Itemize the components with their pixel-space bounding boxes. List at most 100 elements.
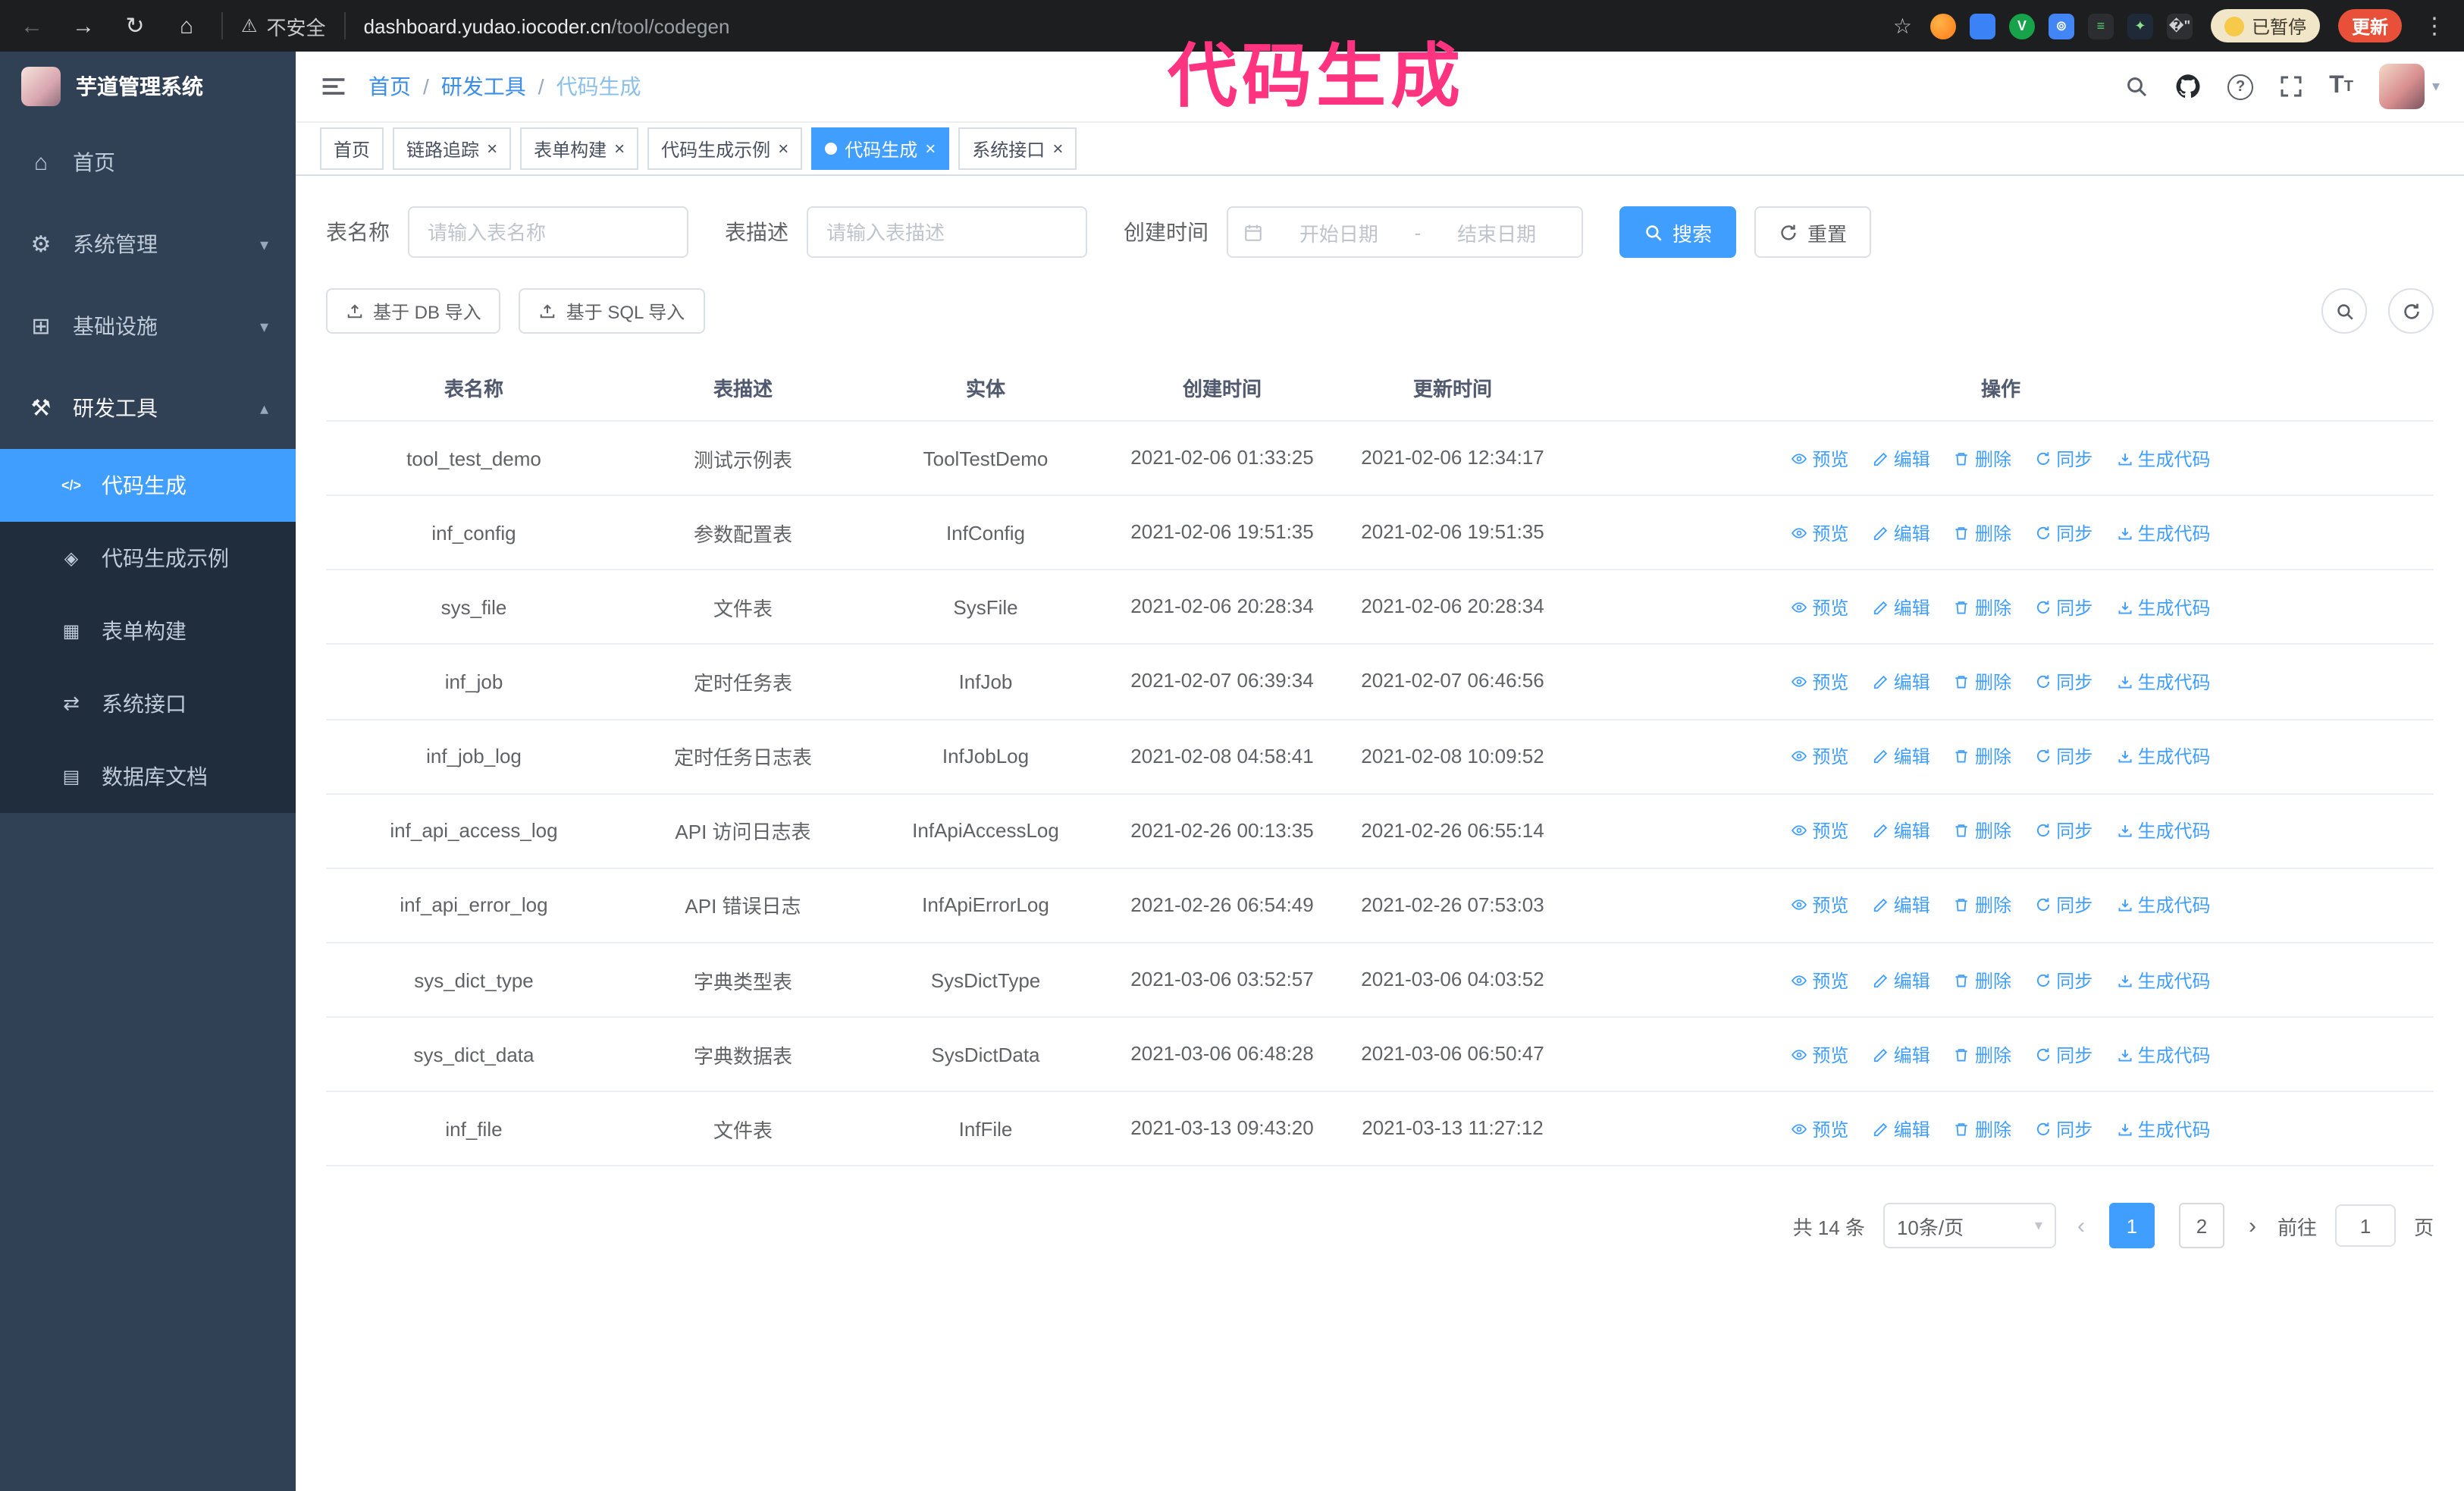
tab[interactable]: 表单构建 ×	[520, 127, 639, 170]
browser-home-icon[interactable]: ⌂	[170, 13, 203, 39]
sidebar-logo[interactable]: 芋道管理系统	[0, 52, 296, 121]
page-button[interactable]: 2	[2178, 1203, 2224, 1249]
edit-link[interactable]: 编辑	[1873, 445, 1930, 471]
delete-link[interactable]: 删除	[1954, 519, 2011, 545]
reset-button[interactable]: 重置	[1754, 206, 1872, 258]
delete-link[interactable]: 删除	[1954, 743, 2011, 769]
edit-link[interactable]: 编辑	[1873, 669, 1930, 695]
refresh-table-button[interactable]	[2388, 288, 2434, 334]
delete-link[interactable]: 删除	[1954, 818, 2011, 844]
sidebar-subitem[interactable]: 代码生成示例	[0, 522, 296, 595]
extension-icon[interactable]	[1930, 13, 1956, 39]
preview-link[interactable]: 预览	[1791, 818, 1848, 844]
extension-icon[interactable]: ≡	[2087, 13, 2114, 39]
edit-link[interactable]: 编辑	[1873, 595, 1930, 620]
delete-link[interactable]: 删除	[1954, 967, 2011, 993]
sidebar-item[interactable]: 首页	[0, 121, 296, 203]
preview-link[interactable]: 预览	[1791, 743, 1848, 769]
prev-page-icon[interactable]: ‹	[2074, 1213, 2088, 1239]
extension-icon[interactable]: V	[2008, 13, 2035, 39]
preview-link[interactable]: 预览	[1791, 445, 1848, 471]
fullscreen-icon[interactable]	[2279, 74, 2303, 99]
edit-link[interactable]: 编辑	[1873, 893, 1930, 918]
generate-code-link[interactable]: 生成代码	[2117, 1041, 2211, 1067]
preview-link[interactable]: 预览	[1791, 893, 1848, 918]
breadcrumb-item[interactable]: 首页	[368, 71, 411, 102]
browser-back-icon[interactable]: ←	[15, 13, 49, 39]
edit-link[interactable]: 编辑	[1873, 818, 1930, 844]
preview-link[interactable]: 预览	[1791, 595, 1848, 620]
delete-link[interactable]: 删除	[1954, 1041, 2011, 1067]
delete-link[interactable]: 删除	[1954, 595, 2011, 620]
edit-link[interactable]: 编辑	[1873, 1041, 1930, 1067]
help-icon[interactable]: ?	[2227, 74, 2254, 99]
edit-link[interactable]: 编辑	[1873, 743, 1930, 769]
hamburger-icon[interactable]	[320, 73, 347, 100]
goto-page-input[interactable]	[2334, 1204, 2396, 1248]
sync-link[interactable]: 同步	[2035, 893, 2093, 918]
edit-link[interactable]: 编辑	[1873, 967, 1930, 993]
edit-link[interactable]: 编辑	[1873, 519, 1930, 545]
generate-code-link[interactable]: 生成代码	[2117, 743, 2211, 769]
sidebar-subitem[interactable]: 系统接口	[0, 667, 296, 740]
delete-link[interactable]: 删除	[1954, 445, 2011, 471]
font-size-icon[interactable]: TT	[2329, 73, 2353, 100]
address-bar[interactable]: dashboard.yudao.iocoder.cn/tool/codegen	[364, 14, 730, 37]
sync-link[interactable]: 同步	[2035, 445, 2093, 471]
close-icon[interactable]: ×	[487, 140, 497, 158]
sync-link[interactable]: 同步	[2035, 595, 2093, 620]
extension-icon[interactable]: ✦	[2127, 13, 2153, 39]
sidebar-item[interactable]: 基础设施	[0, 285, 296, 367]
close-icon[interactable]: ×	[614, 140, 625, 158]
delete-link[interactable]: 删除	[1954, 1116, 2011, 1142]
generate-code-link[interactable]: 生成代码	[2117, 818, 2211, 844]
profile-paused-badge[interactable]: 已暂停	[2210, 9, 2320, 42]
preview-link[interactable]: 预览	[1791, 669, 1848, 695]
breadcrumb-item[interactable]: 研发工具	[441, 71, 526, 102]
tab[interactable]: 代码生成 ×	[811, 127, 950, 170]
date-range-picker[interactable]: 开始日期 - 结束日期	[1227, 206, 1583, 258]
sync-link[interactable]: 同步	[2035, 1041, 2093, 1067]
puzzle-extension-icon[interactable]: �"	[2166, 13, 2193, 39]
table-name-input[interactable]	[408, 206, 688, 258]
page-button[interactable]: 1	[2108, 1203, 2155, 1249]
search-toggle-button[interactable]	[2321, 288, 2367, 334]
import-sql-button[interactable]: 基于 SQL 导入	[519, 288, 705, 334]
generate-code-link[interactable]: 生成代码	[2117, 967, 2211, 993]
delete-link[interactable]: 删除	[1954, 669, 2011, 695]
sidebar-subitem[interactable]: 代码生成	[0, 449, 296, 522]
import-db-button[interactable]: 基于 DB 导入	[326, 288, 501, 334]
sidebar-subitem[interactable]: 数据库文档	[0, 740, 296, 813]
sidebar-subitem[interactable]: 表单构建	[0, 595, 296, 667]
sync-link[interactable]: 同步	[2035, 967, 2093, 993]
generate-code-link[interactable]: 生成代码	[2117, 669, 2211, 695]
sync-link[interactable]: 同步	[2035, 743, 2093, 769]
delete-link[interactable]: 删除	[1954, 893, 2011, 918]
next-page-icon[interactable]: ›	[2246, 1213, 2259, 1239]
page-size-select[interactable]: 10条/页 ▾	[1882, 1203, 2056, 1249]
sync-link[interactable]: 同步	[2035, 1116, 2093, 1142]
extension-icon[interactable]: ⊚	[2048, 13, 2074, 39]
tab[interactable]: 系统接口 ×	[958, 127, 1077, 170]
browser-menu-icon[interactable]: ⋮	[2420, 12, 2449, 39]
sidebar-item[interactable]: 研发工具	[0, 367, 296, 449]
sync-link[interactable]: 同步	[2035, 818, 2093, 844]
preview-link[interactable]: 预览	[1791, 1041, 1848, 1067]
security-indicator[interactable]: ⚠ 不安全	[241, 11, 326, 40]
preview-link[interactable]: 预览	[1791, 967, 1848, 993]
extension-icon[interactable]	[1969, 13, 1995, 39]
browser-forward-icon[interactable]: →	[67, 13, 100, 39]
browser-reload-icon[interactable]: ↻	[118, 12, 152, 39]
close-icon[interactable]: ×	[925, 140, 936, 158]
table-desc-input[interactable]	[807, 206, 1087, 258]
sidebar-item[interactable]: 系统管理	[0, 203, 296, 285]
generate-code-link[interactable]: 生成代码	[2117, 519, 2211, 545]
tab[interactable]: 链路追踪 ×	[393, 127, 512, 170]
github-icon[interactable]	[2174, 73, 2202, 100]
browser-update-button[interactable]: 更新	[2337, 9, 2402, 42]
tab[interactable]: 首页 ×	[320, 127, 384, 170]
generate-code-link[interactable]: 生成代码	[2117, 445, 2211, 471]
user-menu[interactable]: ▾	[2378, 64, 2440, 109]
close-icon[interactable]: ×	[778, 140, 788, 158]
sync-link[interactable]: 同步	[2035, 519, 2093, 545]
